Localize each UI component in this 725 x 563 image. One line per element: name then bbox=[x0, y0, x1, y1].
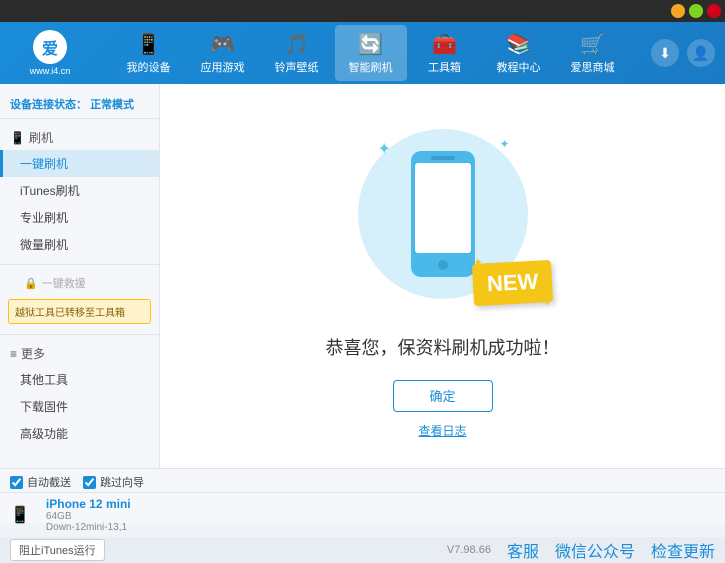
auto-send-checkbox-group[interactable]: 自动截送 bbox=[10, 474, 71, 490]
nav-ringtones[interactable]: 🎵 铃声壁纸 bbox=[261, 25, 333, 81]
one-click-flash-label: 一键刷机 bbox=[20, 157, 68, 171]
device-firmware: Down-12mini-13,1 bbox=[46, 522, 131, 533]
sidebar-more-header[interactable]: ≡ 更多 bbox=[0, 341, 159, 366]
wechat-link[interactable]: 微信公众号 bbox=[555, 538, 635, 562]
nav-tutorials-label: 教程中心 bbox=[497, 59, 541, 75]
nav-smart-flash-label: 智能刷机 bbox=[349, 59, 393, 75]
status-value: 正常模式 bbox=[90, 99, 134, 111]
sidebar-item-one-click-flash[interactable]: 一键刷机 bbox=[0, 150, 159, 177]
maximize-button[interactable] bbox=[689, 4, 703, 18]
nav-my-device-label: 我的设备 bbox=[127, 59, 171, 75]
more-section-icon: ≡ bbox=[10, 347, 17, 361]
via-wizard-checkbox-group[interactable]: 跳过向导 bbox=[83, 474, 144, 490]
sparkle-tl-icon: ✦ bbox=[378, 139, 391, 159]
nav-store-label: 爱思商城 bbox=[571, 59, 615, 75]
version-text: V7.98.66 bbox=[447, 544, 491, 556]
device-info: iPhone 12 mini 64GB Down-12mini-13,1 bbox=[46, 497, 131, 533]
bottom-device-row: 📱 iPhone 12 mini 64GB Down-12mini-13,1 bbox=[0, 493, 725, 537]
status-label: 设备连接状态： bbox=[10, 99, 87, 111]
status-bar: 设备连接状态： 正常模式 bbox=[0, 92, 159, 119]
download-firmware-label: 下载固件 bbox=[20, 400, 68, 414]
nav-items: 📱 我的设备 🎮 应用游戏 🎵 铃声壁纸 🔄 智能刷机 🧰 工具箱 📚 教程中心… bbox=[90, 25, 651, 81]
logo-url: www.i4.cn bbox=[30, 66, 71, 76]
smart-flash-icon: 🔄 bbox=[358, 32, 383, 57]
stop-itunes-button[interactable]: 阻止iTunes运行 bbox=[10, 539, 105, 561]
phone-svg bbox=[403, 149, 483, 279]
close-button[interactable] bbox=[707, 4, 721, 18]
check-update-link[interactable]: 检查更新 bbox=[651, 538, 715, 562]
bottom-checkboxes: 自动截送 跳过向导 bbox=[0, 469, 725, 493]
apps-games-icon: 🎮 bbox=[210, 32, 235, 57]
toolbox-icon: 🧰 bbox=[432, 32, 457, 57]
sidebar-item-itunes-flash[interactable]: iTunes刷机 bbox=[0, 177, 159, 204]
sidebar-flash-header[interactable]: 📱 刷机 bbox=[0, 125, 159, 150]
minimize-button[interactable] bbox=[671, 4, 685, 18]
nav-right: ⬇ 👤 bbox=[651, 39, 715, 67]
nav-toolbox-label: 工具箱 bbox=[428, 59, 461, 75]
title-bar bbox=[0, 0, 725, 22]
sidebar-divider-1 bbox=[0, 264, 159, 265]
content-area: ✦ ✦ NEW 恭喜您，保资料刷机成功啦！ 确定 查看日志 bbox=[160, 84, 725, 468]
top-nav: 爱 www.i4.cn 📱 我的设备 🎮 应用游戏 🎵 铃声壁纸 🔄 智能刷机 … bbox=[0, 22, 725, 84]
nav-tutorials[interactable]: 📚 教程中心 bbox=[483, 25, 555, 81]
tutorials-icon: 📚 bbox=[506, 32, 531, 57]
device-name: iPhone 12 mini bbox=[46, 497, 131, 511]
ringtones-icon: 🎵 bbox=[284, 32, 309, 57]
new-badge: NEW bbox=[472, 259, 553, 305]
sidebar-section-more: ≡ 更多 其他工具 下载固件 高级功能 bbox=[0, 339, 159, 449]
confirm-button[interactable]: 确定 bbox=[393, 380, 493, 412]
sidebar-item-advanced[interactable]: 高级功能 bbox=[0, 420, 159, 447]
store-icon: 🛒 bbox=[580, 32, 605, 57]
daily-link[interactable]: 查看日志 bbox=[418, 422, 466, 439]
device-icon: 📱 bbox=[10, 505, 30, 525]
rescue-label: 一键救援 bbox=[42, 275, 86, 291]
sidebar-item-download-firmware[interactable]: 下载固件 bbox=[0, 393, 159, 420]
pro-flash-label: 专业刷机 bbox=[20, 211, 68, 225]
nav-store[interactable]: 🛒 爱思商城 bbox=[557, 25, 629, 81]
success-message: 恭喜您，保资料刷机成功啦！ bbox=[326, 334, 560, 360]
nav-apps-games[interactable]: 🎮 应用游戏 bbox=[187, 25, 259, 81]
sidebar-rescue-disabled: 🔒 一键救援 bbox=[0, 271, 159, 295]
itunes-flash-label: iTunes刷机 bbox=[20, 184, 80, 198]
sidebar-section-rescue: 🔒 一键救援 越狱工具已转移至工具箱 bbox=[0, 269, 159, 330]
my-device-icon: 📱 bbox=[136, 32, 161, 57]
sidebar-item-dfu-flash[interactable]: 微量刷机 bbox=[0, 231, 159, 258]
via-wizard-checkbox[interactable] bbox=[83, 476, 96, 489]
lock-icon: 🔒 bbox=[24, 277, 38, 290]
auto-send-checkbox[interactable] bbox=[10, 476, 23, 489]
sidebar-section-flash: 📱 刷机 一键刷机 iTunes刷机 专业刷机 微量刷机 bbox=[0, 123, 159, 260]
more-section-label: 更多 bbox=[21, 345, 45, 362]
sidebar-item-other-tools[interactable]: 其他工具 bbox=[0, 366, 159, 393]
customer-service-link[interactable]: 客服 bbox=[507, 538, 539, 562]
bottom-status-row: 阻止iTunes运行 V7.98.66 客服 微信公众号 检查更新 bbox=[0, 537, 725, 563]
user-button[interactable]: 👤 bbox=[687, 39, 715, 67]
flash-section-icon: 📱 bbox=[10, 131, 25, 145]
sidebar: 设备连接状态： 正常模式 📱 刷机 一键刷机 iTunes刷机 专业刷机 微量刷… bbox=[0, 84, 160, 468]
bottom-full-bar: 自动截送 跳过向导 📱 iPhone 12 mini 64GB Down-12m… bbox=[0, 468, 725, 523]
advanced-label: 高级功能 bbox=[20, 427, 68, 441]
sidebar-divider-2 bbox=[0, 334, 159, 335]
dfu-flash-label: 微量刷机 bbox=[20, 238, 68, 252]
nav-apps-games-label: 应用游戏 bbox=[201, 59, 245, 75]
nav-ringtones-label: 铃声壁纸 bbox=[275, 59, 319, 75]
jailbreak-notice-text: 越狱工具已转移至工具箱 bbox=[15, 308, 125, 319]
success-illustration: ✦ ✦ NEW bbox=[343, 114, 543, 314]
nav-smart-flash[interactable]: 🔄 智能刷机 bbox=[335, 25, 407, 81]
download-button[interactable]: ⬇ bbox=[651, 39, 679, 67]
via-wizard-label: 跳过向导 bbox=[100, 474, 144, 490]
jailbreak-notice: 越狱工具已转移至工具箱 bbox=[8, 299, 151, 324]
flash-section-label: 刷机 bbox=[29, 129, 53, 146]
logo-icon: 爱 bbox=[33, 30, 67, 64]
other-tools-label: 其他工具 bbox=[20, 373, 68, 387]
bottom-right-links: V7.98.66 客服 微信公众号 检查更新 bbox=[447, 538, 715, 562]
sidebar-item-pro-flash[interactable]: 专业刷机 bbox=[0, 204, 159, 231]
main-area: 设备连接状态： 正常模式 📱 刷机 一键刷机 iTunes刷机 专业刷机 微量刷… bbox=[0, 84, 725, 468]
nav-my-device[interactable]: 📱 我的设备 bbox=[113, 25, 185, 81]
auto-send-label: 自动截送 bbox=[27, 474, 71, 490]
device-storage: 64GB bbox=[46, 511, 131, 522]
sparkle-tr-icon: ✦ bbox=[499, 137, 509, 151]
nav-toolbox[interactable]: 🧰 工具箱 bbox=[409, 25, 481, 81]
logo-area[interactable]: 爱 www.i4.cn bbox=[10, 30, 90, 76]
